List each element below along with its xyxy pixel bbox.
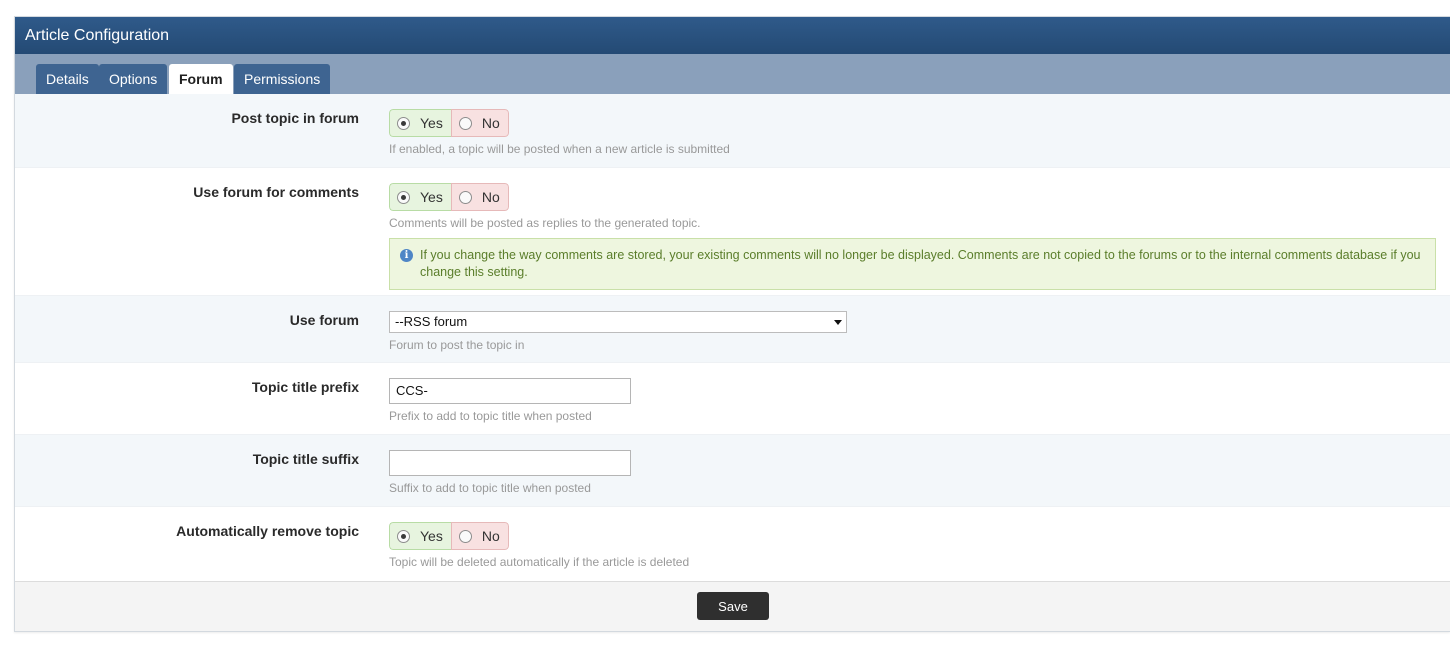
no-label: No	[481, 528, 500, 544]
topic-suffix-hint: Suffix to add to topic title when posted	[389, 481, 591, 495]
post-topic-yes-option[interactable]: Yes	[389, 109, 451, 137]
row-topic-prefix: Topic title prefix CCS- Prefix to add to…	[15, 363, 1450, 435]
yes-label: Yes	[420, 115, 443, 131]
topic-prefix-input[interactable]: CCS-	[389, 378, 631, 404]
save-button[interactable]: Save	[697, 592, 769, 620]
use-forum-comments-toggle: Yes No	[389, 183, 509, 211]
use-forum-comments-hint: Comments will be posted as replies to th…	[389, 216, 701, 230]
row-auto-remove: Automatically remove topic Yes No Topic …	[15, 507, 1450, 581]
chevron-down-icon[interactable]	[834, 320, 842, 325]
topic-suffix-label: Topic title suffix	[252, 451, 359, 467]
auto-remove-label: Automatically remove topic	[176, 523, 359, 539]
panel-title: Article Configuration	[15, 17, 1450, 54]
use-forum-label: Use forum	[289, 312, 359, 328]
tab-permissions[interactable]: Permissions	[234, 64, 331, 94]
use-forum-comments-no-option[interactable]: No	[450, 183, 509, 211]
topic-prefix-hint: Prefix to add to topic title when posted	[389, 409, 592, 423]
post-topic-hint: If enabled, a topic will be posted when …	[389, 142, 730, 156]
topic-suffix-input[interactable]	[389, 450, 631, 476]
post-topic-no-option[interactable]: No	[450, 109, 509, 137]
article-configuration-panel: Article Configuration Details Options Fo…	[14, 16, 1450, 632]
no-label: No	[481, 115, 500, 131]
no-label: No	[481, 189, 500, 205]
auto-remove-hint: Topic will be deleted automatically if t…	[389, 555, 690, 569]
row-topic-suffix: Topic title suffix Suffix to add to topi…	[15, 435, 1450, 507]
forum-select[interactable]: --RSS forum	[389, 311, 847, 333]
row-post-topic: Post topic in forum Yes No If enabled, a…	[15, 94, 1450, 168]
auto-remove-toggle: Yes No	[389, 522, 509, 550]
post-topic-label: Post topic in forum	[231, 110, 359, 126]
radio-unchecked-icon[interactable]	[458, 529, 472, 543]
auto-remove-yes-option[interactable]: Yes	[389, 522, 451, 550]
radio-unchecked-icon[interactable]	[458, 116, 472, 130]
post-topic-toggle: Yes No	[389, 109, 509, 137]
radio-unchecked-icon[interactable]	[458, 190, 472, 204]
forum-select-value: --RSS forum	[395, 314, 468, 329]
yes-label: Yes	[420, 528, 443, 544]
topic-prefix-label: Topic title prefix	[251, 379, 359, 395]
use-forum-comments-label: Use forum for comments	[193, 184, 359, 200]
comments-warning-text: If you change the way comments are store…	[420, 248, 1421, 279]
tab-details[interactable]: Details	[36, 64, 99, 94]
row-use-forum: Use forum --RSS forum Forum to post the …	[15, 296, 1450, 363]
tab-options[interactable]: Options	[99, 64, 168, 94]
tab-bar: Details Options Forum Permissions	[15, 54, 1450, 94]
comments-warning-notice: i If you change the way comments are sto…	[389, 238, 1436, 290]
auto-remove-no-option[interactable]: No	[450, 522, 509, 550]
use-forum-hint: Forum to post the topic in	[389, 338, 525, 352]
row-use-forum-comments: Use forum for comments Yes No Comments w…	[15, 168, 1450, 296]
form-footer: Save	[15, 581, 1450, 631]
tab-forum[interactable]: Forum	[169, 64, 233, 94]
radio-checked-icon[interactable]	[397, 529, 410, 543]
radio-checked-icon[interactable]	[397, 190, 410, 204]
yes-label: Yes	[420, 189, 443, 205]
info-icon: i	[400, 249, 413, 262]
radio-checked-icon[interactable]	[397, 116, 410, 130]
use-forum-comments-yes-option[interactable]: Yes	[389, 183, 451, 211]
